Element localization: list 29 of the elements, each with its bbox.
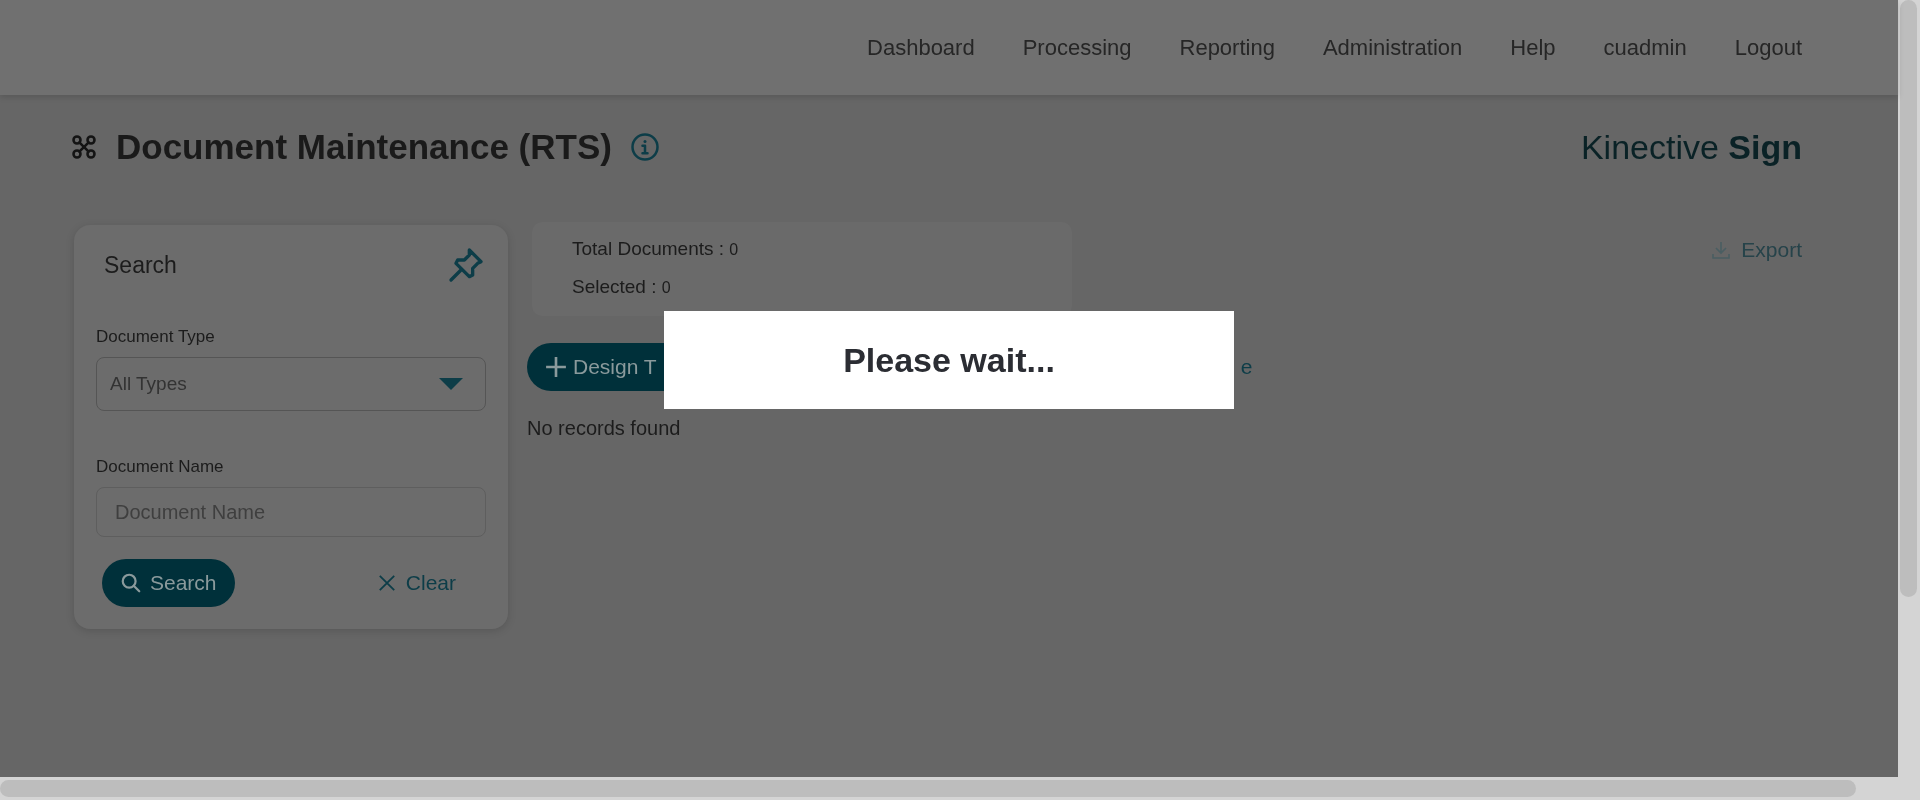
search-icon xyxy=(120,572,142,594)
brand-logo: Kinective Sign xyxy=(1580,127,1802,167)
total-documents-text: Total Documents : 0 xyxy=(572,238,740,260)
clear-button[interactable]: Clear xyxy=(371,570,462,596)
nav-link[interactable]: Help xyxy=(1510,34,1556,61)
close-icon xyxy=(377,574,396,592)
plus-icon xyxy=(545,356,567,378)
nav-link[interactable]: Reporting xyxy=(1179,34,1275,61)
nav-link[interactable]: Processing xyxy=(1022,34,1132,61)
nav-link[interactable]: Administration xyxy=(1322,34,1463,61)
loading-message: Please wait... xyxy=(843,340,1055,380)
nav-link[interactable]: Dashboard xyxy=(867,34,975,61)
nav-link[interactable]: Logout xyxy=(1734,34,1802,61)
action-link[interactable]: e xyxy=(1240,355,1253,379)
panel-title: Search xyxy=(104,251,177,279)
pin-icon[interactable] xyxy=(446,245,486,285)
search-button[interactable]: Search xyxy=(102,559,235,607)
download-icon xyxy=(1711,240,1732,260)
nav-link[interactable]: cuadmin xyxy=(1603,34,1687,61)
tools-icon xyxy=(70,133,98,161)
field-label: Document Type xyxy=(96,327,216,347)
empty-message: No records found xyxy=(527,417,682,440)
field-label: Document Name xyxy=(96,457,225,477)
info-icon[interactable] xyxy=(629,132,660,162)
document-type-dropdown[interactable]: All Types xyxy=(96,357,486,411)
page-title: Document Maintenance (RTS) xyxy=(116,127,612,167)
selected-count-text: Selected : 0 xyxy=(572,276,672,298)
dropdown-caret-icon xyxy=(439,378,463,390)
export-button[interactable]: Export xyxy=(1705,237,1808,263)
